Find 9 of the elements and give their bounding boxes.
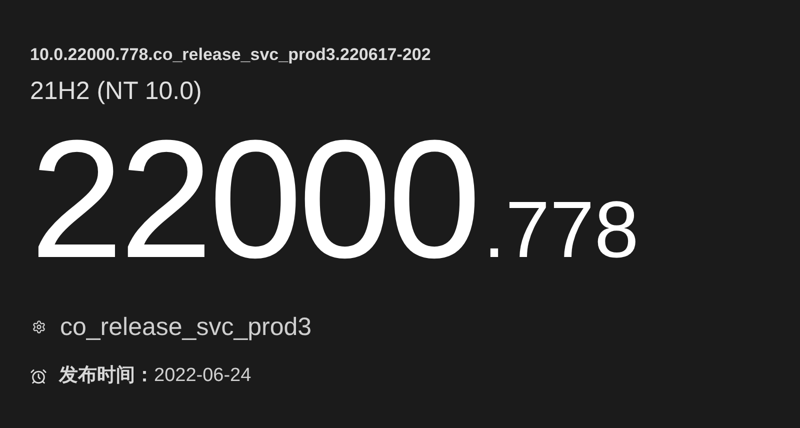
branch-text: co_release_svc_prod3 <box>60 312 312 342</box>
build-revision-text: .778 <box>483 190 639 270</box>
full-version-text: 10.0.22000.778.co_release_svc_prod3.220617-202 <box>30 44 431 66</box>
release-name-text: 21H2 (NT 10.0) <box>30 76 202 106</box>
alarm-clock-icon <box>30 368 47 385</box>
settings-icon <box>32 320 46 334</box>
build-number-text: 22000 <box>30 114 478 284</box>
release-date-label: 发布时间： <box>59 364 154 388</box>
release-date-value: 2022-06-24 <box>154 364 252 388</box>
